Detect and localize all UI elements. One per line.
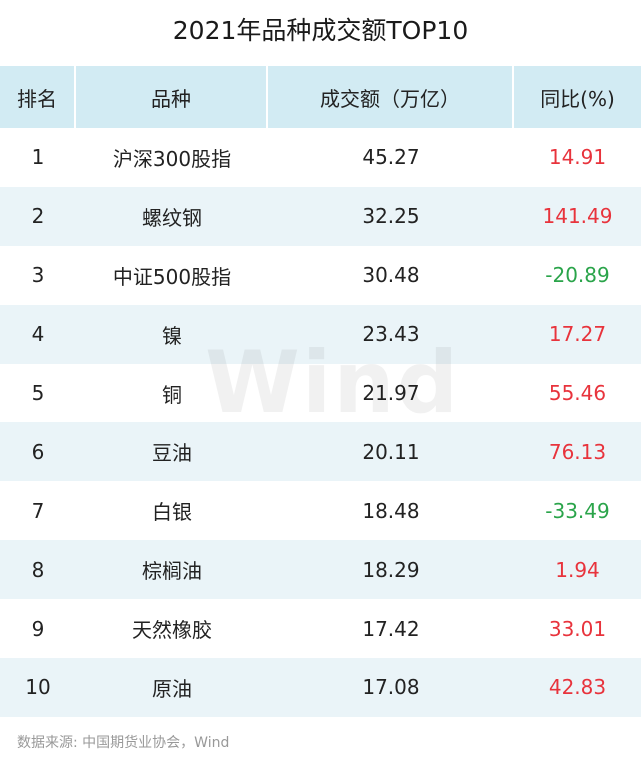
name-cell: 天然橡胶 xyxy=(132,618,212,643)
name-cell: 镍 xyxy=(162,323,182,348)
change-cell: 33.01 xyxy=(548,616,607,641)
value-cell: 30.48 xyxy=(362,263,420,288)
table-row: 7 白银 18.48 -33.49 xyxy=(0,481,641,540)
change-cell: -33.49 xyxy=(545,498,610,523)
change-cell: 141.49 xyxy=(542,204,613,229)
name-cell: 白银 xyxy=(152,500,192,525)
rank-cell: 2 xyxy=(31,204,45,229)
rank-cell: 6 xyxy=(31,439,45,464)
name-cell: 沪深300股指 xyxy=(112,146,232,171)
rank-cell: 5 xyxy=(31,381,45,405)
header-name: 品种 xyxy=(76,66,268,128)
table-row: 4 镍 23.43 17.27 xyxy=(0,304,641,364)
table-row: 10 原油 17.08 42.83 xyxy=(0,658,641,717)
change-cell: 42.83 xyxy=(548,675,607,700)
table-row: 9 天然橡胶 17.42 33.01 xyxy=(0,599,641,658)
change-cell: -20.89 xyxy=(545,263,610,288)
table-row: 6 豆油 20.11 76.13 xyxy=(0,422,641,482)
table-row: 2 螺纹钢 32.25 141.49 xyxy=(0,186,641,246)
change-cell: 14.91 xyxy=(548,145,607,170)
name-cell: 豆油 xyxy=(152,441,192,466)
value-cell: 45.27 xyxy=(362,145,420,170)
rank-cell: 7 xyxy=(31,498,45,523)
value-cell: 20.11 xyxy=(362,439,420,464)
value-cell: 18.29 xyxy=(362,557,420,582)
table-row: 1 沪深300股指 45.27 14.91 xyxy=(0,128,641,187)
value-cell: 18.48 xyxy=(362,498,420,523)
name-cell: 棕榈油 xyxy=(142,559,202,584)
value-cell: 21.97 xyxy=(362,381,420,405)
rank-cell: 9 xyxy=(31,616,45,641)
page-title: 2021年品种成交额TOP10 xyxy=(172,16,469,45)
value-cell: 17.08 xyxy=(362,675,420,700)
header-rank: 排名 xyxy=(0,66,76,128)
change-cell: 1.94 xyxy=(555,557,600,582)
header-change: 同比(%) xyxy=(540,86,615,111)
name-cell: 原油 xyxy=(152,676,192,701)
table-row: 3 中证500股指 30.48 -20.89 xyxy=(0,246,641,305)
change-cell: 55.46 xyxy=(548,381,607,405)
value-cell: 32.25 xyxy=(362,204,420,229)
rank-cell: 10 xyxy=(25,675,51,700)
source-note: 数据来源: 中国期货业协会，Wind xyxy=(17,735,230,751)
ranking-table: 排名 品种 成交额（万亿） 同比(%) 1 沪深300股指 45.27 14.9… xyxy=(0,66,641,717)
table-header: 排名 品种 成交额（万亿） 同比(%) xyxy=(0,66,641,128)
rank-cell: 1 xyxy=(31,145,45,170)
rank-cell: 4 xyxy=(31,322,45,347)
name-cell: 中证500股指 xyxy=(112,264,232,289)
name-cell: 铜 xyxy=(162,382,182,407)
table-row: 8 棕榈油 18.29 1.94 xyxy=(0,540,641,600)
change-cell: 17.27 xyxy=(548,322,607,347)
header-value: 成交额（万亿） xyxy=(268,66,514,128)
table-row: 5 铜 21.97 55.46 xyxy=(0,364,641,423)
change-cell: 76.13 xyxy=(548,439,607,464)
rank-cell: 8 xyxy=(31,557,45,582)
value-cell: 17.42 xyxy=(362,616,420,641)
name-cell: 螺纹钢 xyxy=(142,205,202,230)
rank-cell: 3 xyxy=(31,263,45,288)
value-cell: 23.43 xyxy=(362,322,420,347)
